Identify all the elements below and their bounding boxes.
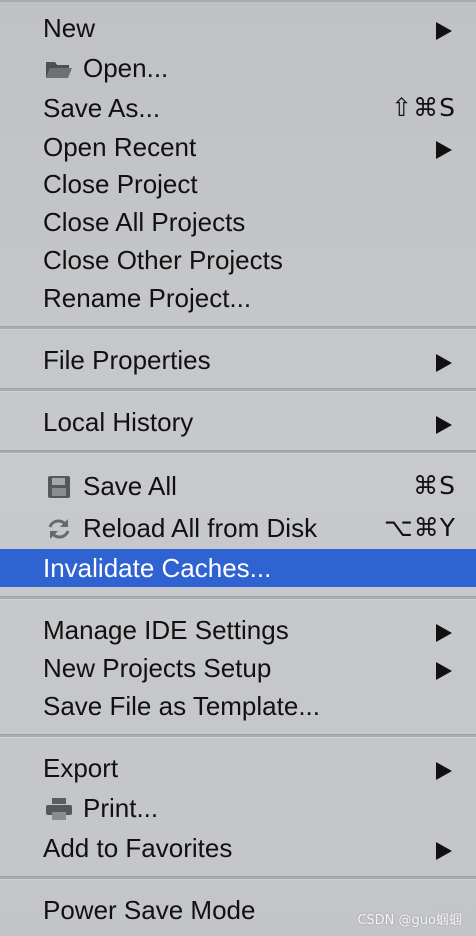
menu-item-file-properties[interactable]: File Properties	[0, 341, 476, 379]
menu-item-label: Export	[43, 753, 119, 783]
submenu-arrow-icon	[436, 141, 452, 159]
menu-item-new-projects-setup[interactable]: New Projects Setup	[0, 649, 476, 687]
menu-item-label: Open...	[83, 53, 169, 83]
reload-icon	[45, 518, 73, 540]
menu-item-save-file-as-template[interactable]: Save File as Template...	[0, 687, 476, 725]
menu-item-rename-project[interactable]: Rename Project...	[0, 279, 476, 317]
menu-item-label: Reload All from Disk	[83, 513, 318, 543]
menu-item-invalidate-caches[interactable]: Invalidate Caches...	[0, 549, 476, 587]
file-menu: New Open... Save As... ⇧⌘S Open Recent C…	[0, 0, 476, 936]
shortcut-label: ⌘S	[413, 471, 456, 500]
menu-item-export[interactable]: Export	[0, 749, 476, 787]
menu-item-label: Rename Project...	[43, 283, 252, 313]
menu-item-label: Save File as Template...	[43, 691, 320, 721]
submenu-arrow-icon	[436, 22, 452, 40]
menu-item-label: New	[43, 13, 96, 43]
menu-item-new[interactable]: New	[0, 9, 476, 47]
menu-item-open[interactable]: Open...	[0, 49, 476, 87]
shortcut-label: ⌥⌘Y	[383, 513, 456, 542]
menu-item-close-all-projects[interactable]: Close All Projects	[0, 203, 476, 241]
menu-item-add-to-favorites[interactable]: Add to Favorites	[0, 829, 476, 867]
floppy-disk-icon	[45, 476, 73, 498]
menu-item-label: Manage IDE Settings	[43, 615, 289, 645]
menu-separator	[0, 734, 476, 738]
menu-item-label: Save All	[83, 471, 177, 501]
menu-separator	[0, 876, 476, 880]
menu-item-label: File Properties	[43, 345, 211, 375]
menu-separator	[0, 450, 476, 454]
submenu-arrow-icon	[436, 624, 452, 642]
menu-item-save-as[interactable]: Save As... ⇧⌘S	[0, 89, 476, 127]
menu-item-label: Close Other Projects	[43, 245, 283, 275]
menu-separator	[0, 326, 476, 330]
menu-item-close-project[interactable]: Close Project	[0, 165, 476, 203]
shortcut-label: ⇧⌘S	[391, 93, 456, 122]
menu-item-label: Add to Favorites	[43, 833, 233, 863]
menu-item-reload-all-from-disk[interactable]: Reload All from Disk ⌥⌘Y	[0, 509, 476, 547]
watermark: CSDN @guo蝈蝈	[357, 913, 462, 928]
menu-item-print[interactable]: Print...	[0, 789, 476, 827]
submenu-arrow-icon	[436, 842, 452, 860]
menu-item-label: Close Project	[43, 169, 198, 199]
menu-item-label: Invalidate Caches...	[43, 553, 272, 583]
menu-item-manage-ide-settings[interactable]: Manage IDE Settings	[0, 611, 476, 649]
menu-item-open-recent[interactable]: Open Recent	[0, 128, 476, 166]
menu-item-label: Local History	[43, 407, 194, 437]
menu-item-label: New Projects Setup	[43, 653, 272, 683]
menu-item-close-other-projects[interactable]: Close Other Projects	[0, 241, 476, 279]
folder-icon	[45, 58, 73, 80]
printer-icon	[45, 798, 73, 820]
submenu-arrow-icon	[436, 662, 452, 680]
menu-item-label: Close All Projects	[43, 207, 246, 237]
menu-item-save-all[interactable]: Save All ⌘S	[0, 467, 476, 505]
menu-item-label: Open Recent	[43, 132, 197, 162]
menu-item-label: Save As...	[43, 93, 161, 123]
menu-item-label: Print...	[83, 793, 159, 823]
submenu-arrow-icon	[436, 416, 452, 434]
menu-item-label: Power Save Mode	[43, 895, 256, 925]
submenu-arrow-icon	[436, 762, 452, 780]
submenu-arrow-icon	[436, 354, 452, 372]
menu-separator	[0, 596, 476, 600]
menu-separator	[0, 388, 476, 392]
menu-item-local-history[interactable]: Local History	[0, 403, 476, 441]
